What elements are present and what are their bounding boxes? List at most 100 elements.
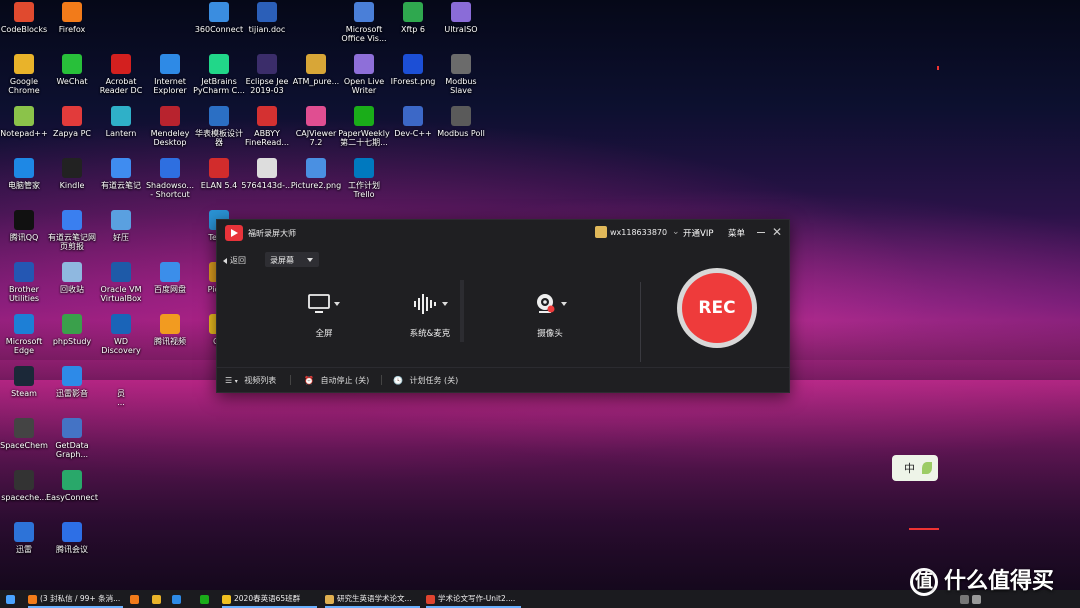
desktop-icon[interactable]: Brother Utilities	[0, 262, 51, 303]
taskbar-item[interactable]	[130, 590, 144, 608]
desktop-icon[interactable]: 好压	[94, 210, 148, 242]
desktop-icon[interactable]: ABBYY FineRead...	[240, 106, 294, 147]
desktop-icon[interactable]: 电脑管家	[0, 158, 51, 190]
desktop-icon[interactable]: 有道云笔记网 页剪报	[45, 210, 99, 251]
taskbar-item[interactable]: 2020春英语65班群	[222, 590, 317, 608]
desktop-icon[interactable]: PaperWeekly 第二十七期...	[337, 106, 391, 147]
desktop-icon[interactable]: tijian.doc	[240, 2, 294, 34]
audio-wave-icon	[414, 294, 436, 314]
schedule-task-button[interactable]: 🕓 计划任务 (关)	[393, 375, 458, 386]
desktop-icon[interactable]: 腾讯会议	[45, 522, 99, 554]
desktop-icon[interactable]: Firefox	[45, 2, 99, 34]
desktop-icon[interactable]: phpStudy	[45, 314, 99, 346]
username-label[interactable]: wx118633870	[610, 228, 667, 237]
auto-stop-button[interactable]: ⏰ 自动停止 (关)	[304, 375, 369, 386]
chevron-down-icon[interactable]	[442, 302, 448, 306]
mode-select[interactable]: 录屏幕	[265, 252, 319, 267]
close-icon[interactable]: ✕	[769, 224, 785, 240]
desktop-icon[interactable]: CAJViewer 7.2	[289, 106, 343, 147]
desktop-icon[interactable]: IForest.png	[386, 54, 440, 86]
desktop-icon[interactable]: Microsoft Office Vis...	[337, 2, 391, 43]
desktop-icon[interactable]: Oracle VM VirtualBox	[94, 262, 148, 303]
desktop-icon[interactable]: EasyConnect	[45, 470, 99, 502]
menu-button[interactable]: 菜单	[728, 227, 745, 239]
desktop-icon[interactable]: Internet Explorer	[143, 54, 197, 95]
schedule-task-label: 计划任务 (关)	[409, 376, 459, 385]
desktop-icon[interactable]: 360Connect	[192, 2, 246, 34]
desktop-icon-label: 工作计划 Trello	[348, 181, 380, 199]
taskbar-item[interactable]	[172, 590, 186, 608]
clock-icon: 🕓	[393, 376, 403, 385]
desktop-icon[interactable]: ELAN 5.4	[192, 158, 246, 190]
app-icon	[403, 2, 423, 22]
desktop-icon[interactable]: UltraISO	[434, 2, 488, 34]
desktop-icon[interactable]: Google Chrome	[0, 54, 51, 95]
desktop-icon[interactable]: CodeBlocks	[0, 2, 51, 34]
watermark-text: 什么值得买	[944, 569, 1055, 594]
fullscreen-label: 全屏	[315, 329, 333, 339]
taskbar-item[interactable]	[152, 590, 166, 608]
desktop-icon[interactable]: 回收站	[45, 262, 99, 294]
back-button[interactable]: 返回	[223, 255, 246, 266]
desktop-icon[interactable]: Modbus Poll	[434, 106, 488, 138]
chevron-down-icon[interactable]	[561, 302, 567, 306]
start-button[interactable]	[6, 590, 18, 608]
desktop-icon[interactable]: Shadowso... - Shortcut	[143, 158, 197, 199]
taskbar-item[interactable]: (3 封私信 / 99+ 条消...	[28, 590, 123, 608]
minimize-icon[interactable]	[753, 224, 769, 240]
desktop-icon[interactable]: 腾讯QQ	[0, 210, 51, 242]
desktop-icon[interactable]: 华表模板设计 器	[192, 106, 246, 147]
video-list-button[interactable]: ☰ ▾ 视频列表	[225, 375, 276, 386]
desktop-icon-label: Eclipse Jee 2019-03	[245, 77, 289, 95]
taskbar-app-icon	[152, 594, 161, 604]
app-icon	[257, 54, 277, 74]
desktop-icon[interactable]: Notepad++	[0, 106, 51, 138]
taskbar-item[interactable]: 研究生英语学术论文...	[325, 590, 420, 608]
desktop-icon[interactable]: 员 ...	[94, 366, 148, 407]
desktop-icon[interactable]: Steam	[0, 366, 51, 398]
app-icon	[111, 106, 131, 126]
desktop-icon[interactable]: Modbus Slave	[434, 54, 488, 95]
ime-floating-bar[interactable]: 中	[892, 455, 938, 481]
chevron-down-icon[interactable]: ⌄	[672, 227, 680, 237]
recorder-titlebar[interactable]: 福昕录屏大师 wx118633870 ⌄ 开通VIP 菜单 ✕	[217, 220, 789, 246]
alarm-clock-icon: ⏰	[304, 376, 314, 385]
desktop-icon[interactable]: WeChat	[45, 54, 99, 86]
taskbar-item[interactable]: 学术论文写作-Unit2....	[426, 590, 521, 608]
desktop-icon[interactable]: 迅雷影音	[45, 366, 99, 398]
desktop-icon[interactable]: Open Live Writer	[337, 54, 391, 95]
vip-upgrade-link[interactable]: 开通VIP	[683, 227, 713, 239]
desktop-icon[interactable]: 百度网盘	[143, 262, 197, 294]
desktop-icon[interactable]: Acrobat Reader DC	[94, 54, 148, 95]
desktop-icon-label: Dev-C++	[394, 129, 432, 138]
desktop-icon[interactable]: Lantern	[94, 106, 148, 138]
desktop-icon[interactable]: 迅雷	[0, 522, 51, 554]
user-avatar[interactable]	[595, 226, 607, 238]
fullscreen-option[interactable]: 全屏	[279, 290, 369, 339]
desktop-icon[interactable]: Zapya PC	[45, 106, 99, 138]
camera-option[interactable]: 摄像头	[505, 290, 595, 339]
desktop-icon[interactable]: Kindle	[45, 158, 99, 190]
desktop-icon[interactable]: GetData Graph...	[45, 418, 99, 459]
desktop-icon[interactable]: WD Discovery	[94, 314, 148, 355]
desktop-icon[interactable]: Xftp 6	[386, 2, 440, 34]
desktop-icon[interactable]: Mendeley Desktop	[143, 106, 197, 147]
app-icon	[403, 106, 423, 126]
app-icon	[62, 2, 82, 22]
desktop-icon[interactable]: Picture2.png	[289, 158, 343, 190]
record-button[interactable]: REC	[677, 268, 757, 348]
desktop-icon[interactable]: 腾讯视频	[143, 314, 197, 346]
desktop-icon[interactable]: 5764143d-...	[240, 158, 294, 190]
desktop-icon[interactable]: 有道云笔记	[94, 158, 148, 190]
taskbar-item[interactable]	[200, 590, 214, 608]
desktop-icon[interactable]: Microsoft Edge	[0, 314, 51, 355]
desktop-icon-label: ABBYY FineRead...	[245, 129, 289, 147]
chevron-down-icon[interactable]	[334, 302, 340, 306]
desktop-icon[interactable]: 工作计划 Trello	[337, 158, 391, 199]
desktop-icon[interactable]: Eclipse Jee 2019-03	[240, 54, 294, 95]
desktop-icon[interactable]: ATM_pure...	[289, 54, 343, 86]
desktop-icon[interactable]: JetBrains PyCharm C...	[192, 54, 246, 95]
desktop-icon[interactable]: spaceche...	[0, 470, 51, 502]
desktop-icon[interactable]: Dev-C++	[386, 106, 440, 138]
desktop-icon[interactable]: SpaceChem	[0, 418, 51, 450]
